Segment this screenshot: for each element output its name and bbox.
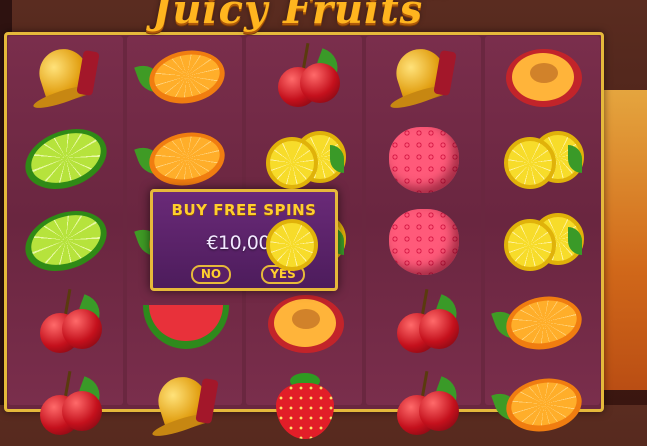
lemon-icon [494,123,590,195]
reel-cell [127,118,242,200]
lime-icon [16,200,115,282]
reel-cell [485,364,600,446]
cherry-icon [18,287,114,359]
reel-cell [246,118,361,200]
orange-icon [133,123,233,195]
reel-4 [365,36,481,435]
cherry-icon [375,287,471,359]
reel-cell [127,364,242,446]
reel-cell [366,282,481,364]
bell-icon [137,369,233,441]
dialog-title: BUY FREE SPINS [171,201,317,219]
orange-icon [491,369,590,441]
raspberry-icon [375,205,471,277]
cherry-icon [18,369,114,441]
orange-icon [491,287,590,359]
logo-text: Juicy Fruits [152,0,424,33]
plum-icon [494,41,590,113]
reel-cell [127,36,242,118]
reel-cell [366,118,481,200]
reel-cell [246,36,361,118]
cherry-icon [375,369,471,441]
reel-cell [366,36,481,118]
reel-5 [484,36,601,438]
raspberry-icon [375,123,471,195]
reel-cell [485,118,600,200]
lemon-icon [494,205,590,277]
no-button[interactable]: NO [191,265,231,284]
reel-cell [485,36,600,118]
strawberry-icon [256,369,352,441]
lemon-icon [256,123,352,195]
reel-cell [246,282,361,364]
reel-cell [8,364,123,446]
game-logo: Juicy FruitsTM [120,0,480,36]
reel-cell [127,282,242,364]
orange-icon [133,41,233,113]
reel-cell [8,118,123,200]
reel-cell [366,200,481,282]
reel-cell [8,282,123,364]
bell-icon [18,41,114,113]
reel-cell [485,200,600,282]
reel-cell [8,200,123,282]
cherry-icon [256,41,352,113]
lime-icon [16,118,115,200]
plum-icon [256,287,352,359]
bell-icon [375,41,471,113]
reel-cell [246,364,361,446]
background-juice-glass [597,90,647,390]
reel-cell [366,364,481,446]
reel-1 [8,36,124,435]
reel-cell [485,282,600,364]
reel-cell [8,36,123,118]
watermelon-icon [137,287,233,359]
